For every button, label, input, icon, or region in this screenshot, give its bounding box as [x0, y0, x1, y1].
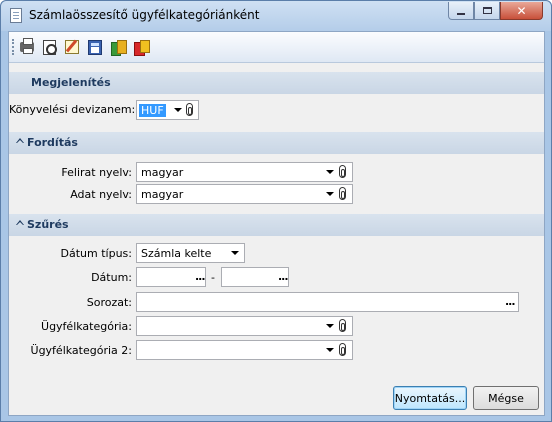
data-language-value: magyar [141, 188, 184, 201]
section-header-forditas[interactable]: Fordítás [9, 132, 544, 154]
collapse-caret-icon[interactable] [16, 138, 24, 143]
paperclip-icon[interactable] [339, 187, 346, 200]
paperclip-icon[interactable] [339, 165, 346, 178]
paperclip-icon[interactable] [339, 319, 346, 332]
section-header-szures[interactable]: Szűrés [9, 214, 544, 236]
export-button[interactable] [109, 38, 127, 56]
title-bar[interactable]: Számlaösszesítő ügyfélkategóriánként ✕ [1, 1, 551, 31]
minimize-icon [457, 12, 465, 15]
date-picker-icon[interactable]: ... [278, 270, 289, 283]
maximize-icon [482, 7, 492, 14]
caption-language-label: Felirat nyelv: [61, 166, 132, 179]
close-button[interactable]: ✕ [500, 2, 543, 20]
collapse-caret-icon[interactable] [16, 220, 24, 225]
series-input[interactable]: ... [136, 292, 519, 312]
minimize-button[interactable] [448, 2, 474, 20]
date-label: Dátum: [91, 271, 132, 284]
currency-label: Könyvelési devizanem: [9, 103, 136, 116]
maximize-button[interactable] [474, 2, 500, 20]
paperclip-icon[interactable] [339, 343, 346, 356]
export-icon [111, 40, 127, 56]
section-title: Szűrés [27, 218, 69, 231]
chevron-down-icon[interactable] [326, 170, 334, 174]
customer-category2-select[interactable] [136, 340, 353, 360]
print-preview-button[interactable] [40, 38, 58, 56]
cancel-button[interactable]: Mégse [473, 386, 539, 410]
calculator-icon [88, 39, 102, 55]
section-header-megjelenites: Megjelenítés [9, 72, 544, 94]
toolbar [9, 32, 544, 63]
calculator-button[interactable] [86, 38, 104, 56]
section-title: Fordítás [27, 136, 78, 149]
data-language-label: Adat nyelv: [70, 188, 132, 201]
send-button[interactable] [132, 38, 150, 56]
window-title: Számlaösszesítő ügyfélkategóriánként [29, 8, 260, 22]
print-preview-icon [42, 39, 57, 55]
caption-language-value: magyar [141, 166, 184, 179]
date-type-select[interactable]: Számla kelte [136, 243, 245, 263]
caption-language-select[interactable]: magyar [136, 162, 353, 182]
date-type-value: Számla kelte [141, 247, 212, 260]
data-language-select[interactable]: magyar [136, 184, 353, 204]
edit-icon [65, 40, 79, 54]
date-range-separator: - [211, 271, 215, 284]
customer-category-select[interactable] [136, 316, 353, 336]
customer-category2-label: Ügyfélkategória 2: [30, 344, 132, 357]
edit-button[interactable] [63, 38, 81, 56]
section-title: Megjelenítés [31, 76, 111, 89]
chevron-down-icon[interactable] [174, 108, 182, 112]
print-submit-button[interactable]: Nyomtatás... [393, 386, 467, 410]
chevron-down-icon[interactable] [231, 251, 239, 255]
series-label: Sorozat: [86, 296, 132, 309]
close-icon: ✕ [516, 3, 527, 18]
document-icon [10, 8, 22, 23]
date-type-label: Dátum típus: [60, 247, 132, 260]
currency-value: HUF [139, 104, 166, 117]
customer-category-label: Ügyfélkategória: [41, 320, 132, 333]
date-picker-icon[interactable]: ... [195, 270, 206, 283]
print-button[interactable] [18, 38, 36, 56]
browse-icon[interactable]: ... [505, 295, 516, 308]
chevron-down-icon[interactable] [326, 348, 334, 352]
date-from-input[interactable]: ... [136, 267, 206, 287]
dialog-window: Számlaösszesítő ügyfélkategóriánként ✕ M… [0, 0, 552, 422]
dialog-body: Megjelenítés Könyvelési devizanem: HUF F… [8, 31, 545, 416]
toolbar-grip[interactable] [12, 39, 14, 55]
paperclip-icon[interactable] [186, 103, 193, 116]
print-icon [20, 38, 34, 54]
currency-select[interactable]: HUF [136, 100, 199, 120]
send-icon [134, 40, 150, 56]
chevron-down-icon[interactable] [326, 324, 334, 328]
date-to-input[interactable]: ... [221, 267, 289, 287]
chevron-down-icon[interactable] [326, 192, 334, 196]
